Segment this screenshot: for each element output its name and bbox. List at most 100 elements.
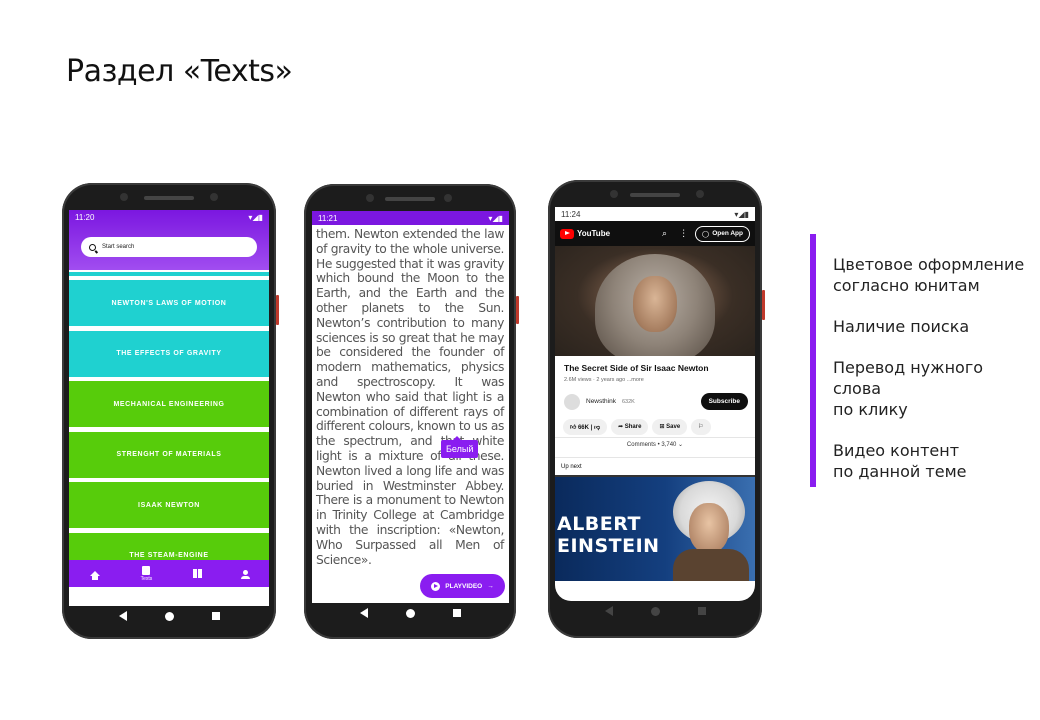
status-time: 11:20 [75,212,95,222]
video-title: The Secret Side of Sir Isaac Newton [564,363,709,373]
topic-item[interactable]: STRENGHT OF MATERIALS [69,431,269,478]
home-circle-icon[interactable] [405,608,415,618]
phone-texts-list: 11:20 ▾◢▮ Start search NEWTON'S LAWS OF … [62,183,279,639]
subscribe-button[interactable]: Subscribe [700,393,748,410]
accent-bar [810,234,816,487]
play-button-label: PLAYVIDEO [445,582,483,590]
account-icon: ◯ [701,230,710,238]
comments-toggle[interactable]: Comments • 3,740 ⌄ [555,441,755,448]
search-icon[interactable]: ⌕ [662,228,667,239]
front-camera [120,193,128,201]
feature-item: Наличие поиска [833,317,970,336]
topic-item[interactable]: ISAAK NEWTON [69,482,269,528]
status-bar: 11:21 ▾◢▮ [312,211,509,225]
back-icon[interactable] [604,606,613,616]
feature-item: Перевод нужного слова по клику [833,358,984,419]
nav-texts-label: Texts [140,575,153,582]
phone-video: 11:24 ▾◢▮ YouTube ⌕ ⋮ ◯ Open App The Sec… [548,180,765,638]
thumbnail-caption: ALBERT EINSTEIN [557,513,660,557]
feature-item: Видео контент по данной теме [833,441,967,481]
sensor [444,194,452,202]
report-button[interactable]: ⚐ [691,419,711,435]
save-button[interactable]: ⊞ Save [652,419,688,435]
slide-title: Раздел «Texts» [66,54,293,89]
topic-item[interactable]: MECHANICAL ENGINEERING [69,381,269,427]
search-input[interactable]: Start search [81,237,257,257]
portrait-face [689,503,729,553]
screen: 11:24 ▾◢▮ YouTube ⌕ ⋮ ◯ Open App The Sec… [555,207,755,601]
comments-label: Comments • 3,740 [626,442,677,448]
topic-label: MECHANICAL ENGINEERING [113,400,225,408]
home-circle-icon[interactable] [650,606,660,616]
recents-icon[interactable] [452,609,461,617]
channel-name[interactable]: Newsthink [586,398,616,405]
speaker-grille [385,197,435,201]
share-label: Share [624,424,642,430]
dashboard-icon [193,569,203,578]
topic-label: ISAAK NEWTON [138,501,200,509]
home-icon [89,571,100,580]
nav-dashboard[interactable] [193,569,203,578]
power-button [516,296,519,324]
topic-item[interactable]: THE EFFECTS OF GRAVITY [69,330,269,377]
nav-texts[interactable]: Texts [140,565,153,582]
youtube-logo-icon [560,228,574,239]
power-button [762,290,765,320]
thumbs-up-icon: 👍︎ [570,425,578,431]
topic-item[interactable]: NEWTON'S LAWS OF MOTION [69,280,269,326]
sensor [696,190,704,198]
back-icon[interactable] [359,608,368,618]
brand-name: YouTube [577,229,611,238]
portrait-face [633,276,677,332]
home-circle-icon[interactable] [164,611,174,621]
back-icon[interactable] [118,611,127,621]
avatar[interactable] [564,393,580,410]
front-camera [366,194,374,202]
flag-icon: ⚐ [698,424,704,430]
phone-reading: 11:21 ▾◢▮ them. Newton extended the law … [304,184,519,639]
screen: 11:20 ▾◢▮ Start search NEWTON'S LAWS OF … [69,210,269,606]
play-video-button[interactable]: PLAYVIDEO → [420,574,505,598]
thumbs-down-icon: | 👎︎ [590,425,601,431]
topic-label: NEWTON'S LAWS OF MOTION [111,299,227,307]
recents-icon[interactable] [697,607,706,615]
status-bar: 11:20 ▾◢▮ [69,210,269,224]
speaker-grille [630,193,680,197]
save-label: Save [666,424,681,430]
screen: 11:21 ▾◢▮ them. Newton extended the law … [312,211,509,603]
more-icon[interactable]: ⋮ [679,228,688,239]
open-app-button[interactable]: ◯ Open App [694,225,750,242]
share-icon: ➦ [618,424,625,430]
up-next-label: Up next [561,464,582,470]
subscriber-count: 632K [621,398,635,405]
video-player[interactable] [555,246,755,356]
action-row: 👍︎ 66K | 👎︎ ➦ Share ⊞ Save ⚐ [563,419,711,435]
status-icons: ▾◢▮ [488,213,503,223]
status-time: 11:24 [561,209,581,219]
system-nav-bar [304,608,516,618]
expand-icon: ⌄ [678,442,684,448]
front-camera [610,190,618,198]
search-icon [89,243,96,251]
reading-text[interactable]: them. Newton extended the law of gravity… [316,227,504,567]
bottom-navigation: Texts [69,560,269,587]
like-count: 66K [577,425,589,431]
divider [555,437,755,438]
system-nav-bar [548,606,762,616]
topic-label: THE EFFECTS OF GRAVITY [116,350,222,357]
like-button[interactable]: 👍︎ 66K | 👎︎ [563,419,608,435]
nav-home[interactable] [89,571,100,580]
video-meta[interactable]: 2.6M views · 2 years ago ...more [564,377,644,383]
recents-icon[interactable] [211,612,220,620]
next-video-thumbnail[interactable]: ALBERT EINSTEIN [555,477,755,581]
app-header: 11:20 ▾◢▮ Start search [69,210,269,270]
channel-row: Newsthink 632K Subscribe [564,393,748,410]
translation-tooltip: Белый [441,436,479,458]
nav-profile[interactable] [241,569,251,579]
share-button[interactable]: ➦ Share [611,419,649,435]
document-icon [142,565,151,575]
power-button [276,295,279,325]
status-icons: ▾◢▮ [248,212,263,222]
youtube-header: YouTube ⌕ ⋮ ◯ Open App [555,221,755,246]
play-icon [431,581,441,591]
